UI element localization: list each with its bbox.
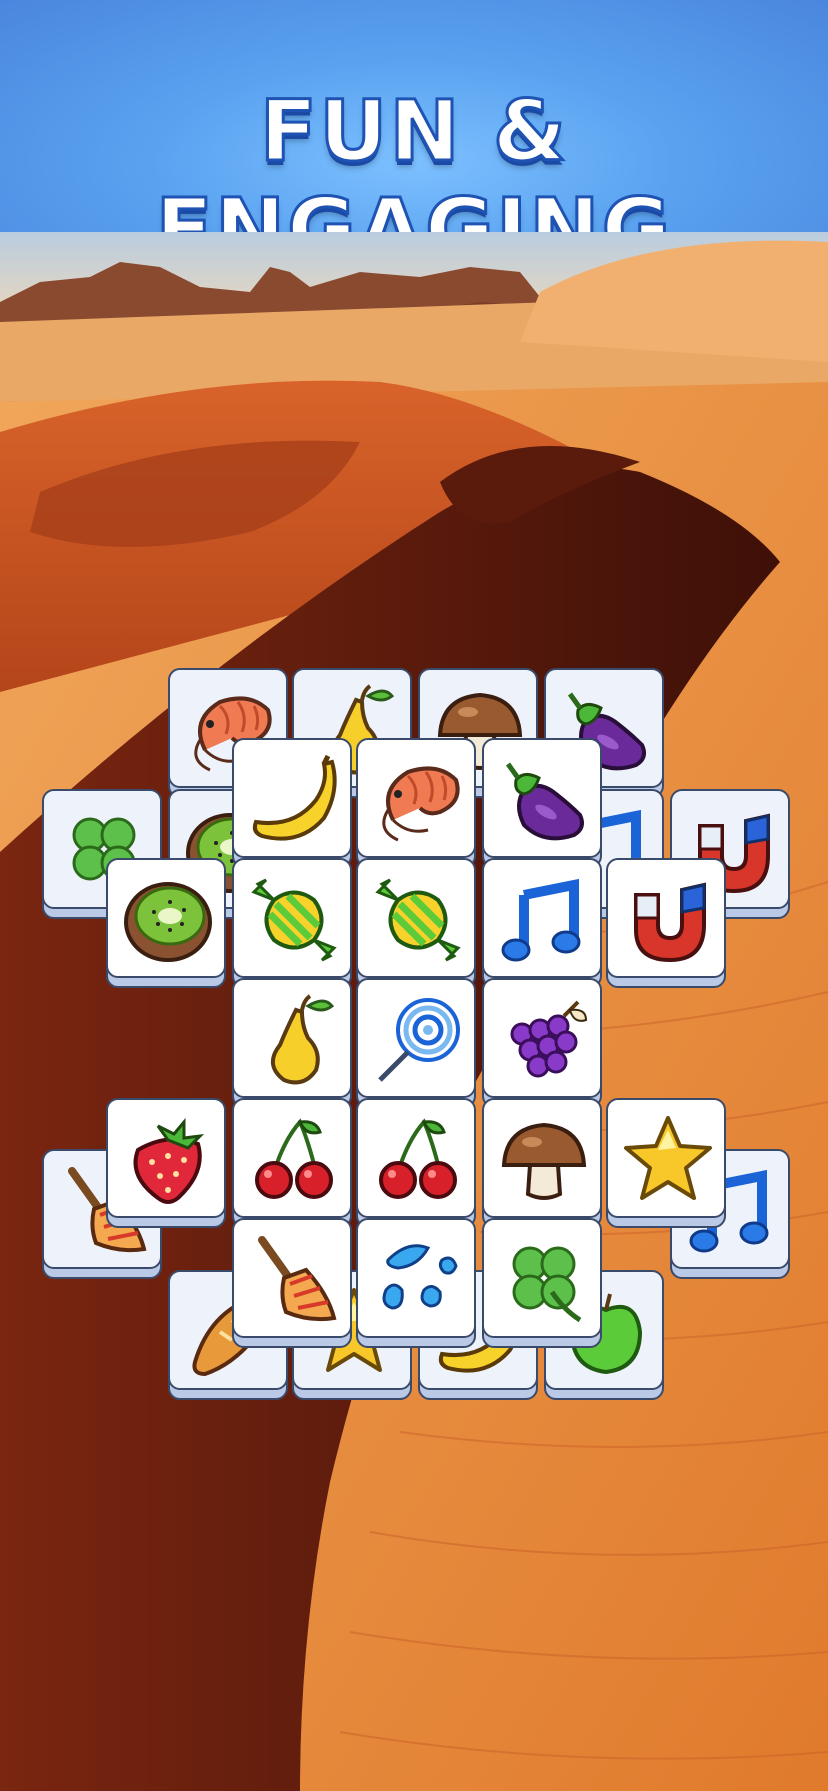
- grapes-icon: [510, 1000, 588, 1078]
- lollipop-icon: [378, 998, 460, 1082]
- star-icon: [624, 1116, 712, 1200]
- tile-face: [482, 978, 602, 1098]
- tile-face: [232, 738, 352, 858]
- tile-eggplant[interactable]: [482, 738, 602, 868]
- tile-face: [606, 858, 726, 978]
- tile-star[interactable]: [606, 1098, 726, 1228]
- tile-pear[interactable]: [232, 978, 352, 1108]
- tile-music-note[interactable]: [482, 858, 602, 988]
- tile-face: [356, 1098, 476, 1218]
- tile-face: [232, 858, 352, 978]
- tile-face: [232, 1098, 352, 1218]
- tile-face: [356, 858, 476, 978]
- tile-mushroom[interactable]: [482, 1098, 602, 1228]
- tile-broom[interactable]: [232, 1218, 352, 1348]
- candy-icon: [375, 878, 461, 962]
- tile-banana[interactable]: [232, 738, 352, 868]
- tile-strawberry[interactable]: [106, 1098, 226, 1228]
- banana-icon: [252, 754, 337, 841]
- tile-kiwi[interactable]: [106, 858, 226, 988]
- tile-face: [356, 738, 476, 858]
- tile-face: [232, 978, 352, 1098]
- tile-clover[interactable]: [482, 1218, 602, 1348]
- tile-candy[interactable]: [232, 858, 352, 988]
- strawberry-icon: [133, 1117, 205, 1204]
- tile-board: [0, 0, 828, 1791]
- tile-face: [232, 1218, 352, 1338]
- tile-face: [606, 1098, 726, 1218]
- cherry-icon: [379, 1118, 457, 1199]
- tile-grapes[interactable]: [482, 978, 602, 1108]
- mushroom-icon: [501, 1122, 587, 1200]
- water-drops-icon: [382, 1244, 458, 1310]
- tile-face: [482, 1218, 602, 1338]
- tile-face: [356, 978, 476, 1098]
- kiwi-icon: [124, 882, 212, 962]
- shrimp-icon: [382, 766, 460, 842]
- cherry-icon: [255, 1118, 333, 1199]
- music-note-icon: [501, 878, 581, 962]
- clover-icon: [512, 1246, 582, 1323]
- tile-magnet[interactable]: [606, 858, 726, 988]
- candy-icon: [251, 878, 337, 962]
- tile-face: [356, 1218, 476, 1338]
- tile-cherry[interactable]: [356, 1098, 476, 1228]
- pear-icon: [271, 994, 335, 1085]
- tile-shrimp[interactable]: [356, 738, 476, 868]
- tile-face: [482, 858, 602, 978]
- tile-face: [106, 1098, 226, 1218]
- tile-face: [482, 1098, 602, 1218]
- tile-face: [106, 858, 226, 978]
- eggplant-icon: [505, 762, 584, 841]
- tile-face: [482, 738, 602, 858]
- tile-water-drops[interactable]: [356, 1218, 476, 1348]
- tile-lollipop[interactable]: [356, 978, 476, 1108]
- tile-cherry[interactable]: [232, 1098, 352, 1228]
- magnet-icon: [634, 882, 706, 963]
- tile-candy[interactable]: [356, 858, 476, 988]
- broom-icon: [258, 1236, 337, 1322]
